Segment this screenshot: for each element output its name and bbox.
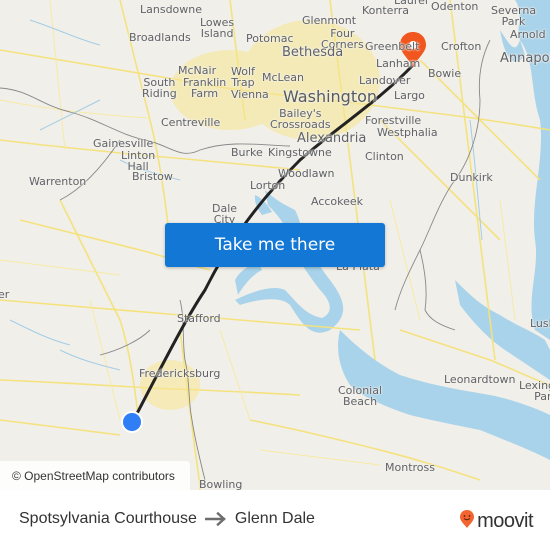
- place-label: Lowes Island: [200, 16, 235, 40]
- place-label: Bristow: [132, 170, 173, 183]
- attribution-text: © OpenStreetMap contributors: [12, 468, 175, 483]
- footer: Spotsylvania Courthouse Glenn Dale moovi…: [0, 490, 550, 550]
- place-label: Montross: [385, 461, 435, 474]
- origin-marker[interactable]: [121, 411, 143, 433]
- place-label: Lorton: [250, 179, 286, 192]
- map-attribution[interactable]: © OpenStreetMap contributors: [0, 461, 190, 490]
- place-label: Westphalia: [377, 126, 438, 139]
- place-label: Woodlawn: [278, 167, 335, 180]
- place-label: Dale City: [212, 202, 238, 226]
- place-label: Lusby: [530, 317, 550, 330]
- place-label: Burke: [231, 146, 263, 159]
- route-summary: Spotsylvania Courthouse Glenn Dale: [19, 510, 315, 528]
- place-label: Bethesda: [282, 45, 344, 60]
- place-label: Wolf Trap: [231, 65, 255, 89]
- destination-label: Glenn Dale: [234, 510, 315, 527]
- place-label: Centreville: [161, 116, 221, 129]
- place-label: Lanham: [376, 57, 421, 70]
- place-label: Forestville: [365, 114, 422, 127]
- moovit-logo[interactable]: moovit: [459, 509, 533, 533]
- place-label: Leonardtown: [444, 373, 516, 386]
- place-label: McNair: [178, 64, 217, 77]
- place-label: Accokeek: [311, 195, 364, 208]
- place-label: Broadlands: [129, 31, 191, 44]
- place-label: Konterra: [362, 4, 410, 17]
- place-label: Stafford: [177, 312, 221, 325]
- place-label: Colonial Beach: [338, 384, 383, 408]
- take-me-there-button[interactable]: Take me there: [165, 223, 385, 267]
- place-label: Dunkirk: [450, 171, 493, 184]
- place-label: Crofton: [441, 40, 482, 53]
- place-label: Clinton: [365, 150, 404, 163]
- place-label: Vienna: [231, 88, 269, 101]
- moovit-wordmark: moovit: [477, 510, 533, 532]
- place-label: Lexington Park: [519, 379, 550, 403]
- place-label: South Riding: [142, 76, 177, 100]
- place-label: Arnold: [510, 28, 546, 41]
- right-arrow-icon: [204, 512, 227, 526]
- place-label: Fredericksburg: [139, 367, 221, 380]
- place-label: Severna Park: [491, 4, 537, 28]
- place-label: Greenbelt: [365, 40, 420, 53]
- place-label: McLean: [262, 71, 304, 84]
- map[interactable]: Lansdowne Broadlands Lowes Island Potoma…: [0, 0, 550, 490]
- place-label: Warrenton: [29, 175, 87, 188]
- place-label: Gainesville: [93, 137, 154, 150]
- moovit-pin-icon: [459, 509, 475, 533]
- place-label: Bowling: [199, 478, 243, 490]
- place-label: Bailey's Crossroads: [270, 107, 331, 131]
- place-label: Glenmont: [302, 14, 357, 27]
- place-label: Bowie: [428, 67, 462, 80]
- place-label: Odenton: [431, 0, 479, 13]
- place-label: Franklin Farm: [183, 76, 227, 100]
- place-label: Potomac: [246, 32, 294, 45]
- place-label: Lansdowne: [140, 3, 203, 16]
- place-label: Linton Hall: [121, 149, 156, 173]
- place-label: Kingstowne: [268, 146, 332, 159]
- place-label: Largo: [394, 89, 425, 102]
- place-label: Alexandria: [297, 131, 367, 146]
- place-label: Annapolis: [500, 51, 550, 66]
- place-label: Washington: [283, 87, 378, 106]
- place-label: Landover: [359, 74, 411, 87]
- place-label: er: [0, 288, 10, 301]
- origin-label: Spotsylvania Courthouse: [19, 510, 197, 527]
